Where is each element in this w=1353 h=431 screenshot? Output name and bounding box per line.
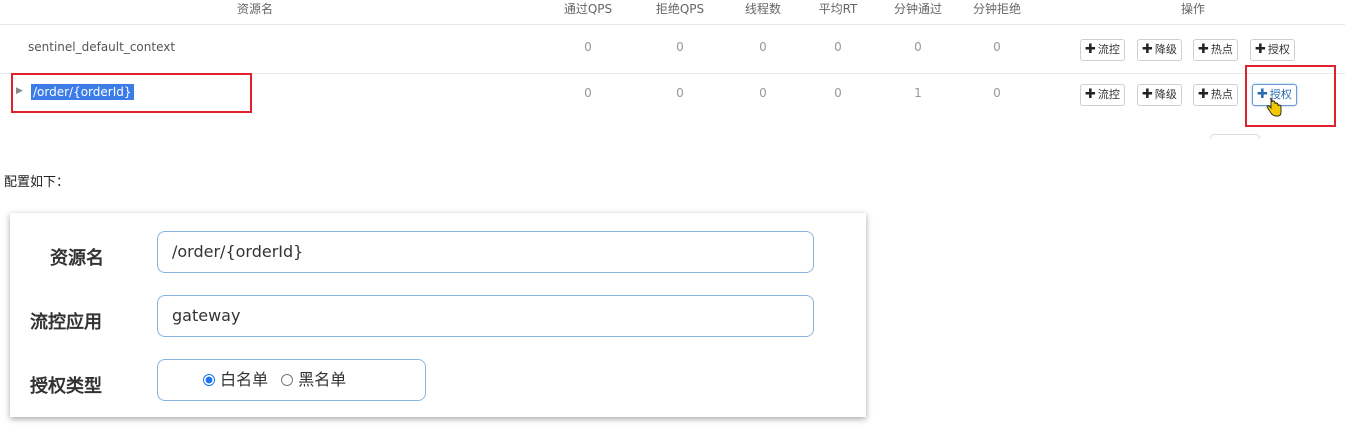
authority-rule-form: 资源名 /order/{orderId} 流控应用 gateway 授权类型 白… xyxy=(10,213,866,417)
flow-rule-button[interactable]: ✚ 流控 xyxy=(1080,84,1125,106)
resource-name-label: 资源名 xyxy=(50,248,104,269)
resource-name-input[interactable]: /order/{orderId} xyxy=(157,231,814,273)
block-qps-value: 0 xyxy=(676,86,684,100)
plus-icon: ✚ xyxy=(1142,87,1153,102)
degrade-rule-label: 降级 xyxy=(1154,43,1177,56)
col-header-minute-block: 分钟拒绝 xyxy=(972,2,1021,16)
col-header-minute-pass: 分钟通过 xyxy=(893,2,942,16)
plus-icon: ✚ xyxy=(1255,42,1266,57)
header-divider xyxy=(0,24,1345,25)
radio-unselected-icon xyxy=(281,374,294,386)
minute-block-value: 0 xyxy=(993,86,1001,100)
avg-rt-value: 0 xyxy=(834,40,842,54)
minute-pass-value: 1 xyxy=(914,86,922,100)
radio-selected-icon xyxy=(203,374,215,386)
partial-element xyxy=(1210,134,1260,139)
threads-value: 0 xyxy=(759,40,767,54)
plus-icon: ✚ xyxy=(1142,42,1153,57)
degrade-rule-label: 降级 xyxy=(1154,88,1177,101)
flow-rule-button[interactable]: ✚ 流控 xyxy=(1080,39,1125,61)
hotspot-rule-label: 热点 xyxy=(1210,88,1233,101)
whitelist-label: 白名单 xyxy=(220,370,269,389)
blacklist-label: 黑名单 xyxy=(298,370,347,389)
avg-rt-value: 0 xyxy=(834,86,842,100)
limit-app-label: 流控应用 xyxy=(30,312,102,333)
hotspot-rule-button[interactable]: ✚ 热点 xyxy=(1193,84,1238,106)
degrade-rule-button[interactable]: ✚ 降级 xyxy=(1137,84,1182,106)
col-header-resource: 资源名 xyxy=(236,2,273,16)
whitelist-radio[interactable]: 白名单 xyxy=(203,370,268,389)
minute-pass-value: 0 xyxy=(914,40,922,54)
pass-qps-value: 0 xyxy=(584,40,592,54)
plus-icon: ✚ xyxy=(1085,87,1096,102)
threads-value: 0 xyxy=(759,86,767,100)
pass-qps-value: 0 xyxy=(584,86,592,100)
flow-rule-label: 流控 xyxy=(1097,43,1120,56)
block-qps-value: 0 xyxy=(676,40,684,54)
minute-block-value: 0 xyxy=(993,40,1001,54)
col-header-actions: 操作 xyxy=(1180,2,1205,16)
config-caption: 配置如下： xyxy=(4,175,70,190)
hotspot-rule-button[interactable]: ✚ 热点 xyxy=(1193,39,1238,61)
plus-icon: ✚ xyxy=(1198,42,1209,57)
plus-icon: ✚ xyxy=(1085,42,1096,57)
plus-icon: ✚ xyxy=(1198,87,1209,102)
authority-rule-button[interactable]: ✚ 授权 xyxy=(1250,39,1295,61)
col-header-threads: 线程数 xyxy=(744,2,781,16)
auth-type-radio-group: 白名单 黑名单 xyxy=(157,359,426,401)
hotspot-rule-label: 热点 xyxy=(1210,43,1233,56)
authority-rule-label: 授权 xyxy=(1267,43,1290,56)
degrade-rule-button[interactable]: ✚ 降级 xyxy=(1137,39,1182,61)
highlight-box-authority xyxy=(1245,65,1336,127)
flow-rule-label: 流控 xyxy=(1097,88,1120,101)
col-header-avg-rt: 平均RT xyxy=(818,2,858,16)
limit-app-input[interactable]: gateway xyxy=(157,295,814,337)
highlight-box-resource xyxy=(11,73,252,113)
col-header-block-qps: 拒绝QPS xyxy=(655,2,705,16)
col-header-pass-qps: 通过QPS xyxy=(563,2,613,16)
resource-name[interactable]: sentinel_default_context xyxy=(28,40,175,54)
blacklist-radio[interactable]: 黑名单 xyxy=(281,370,346,389)
auth-type-label: 授权类型 xyxy=(30,376,102,397)
